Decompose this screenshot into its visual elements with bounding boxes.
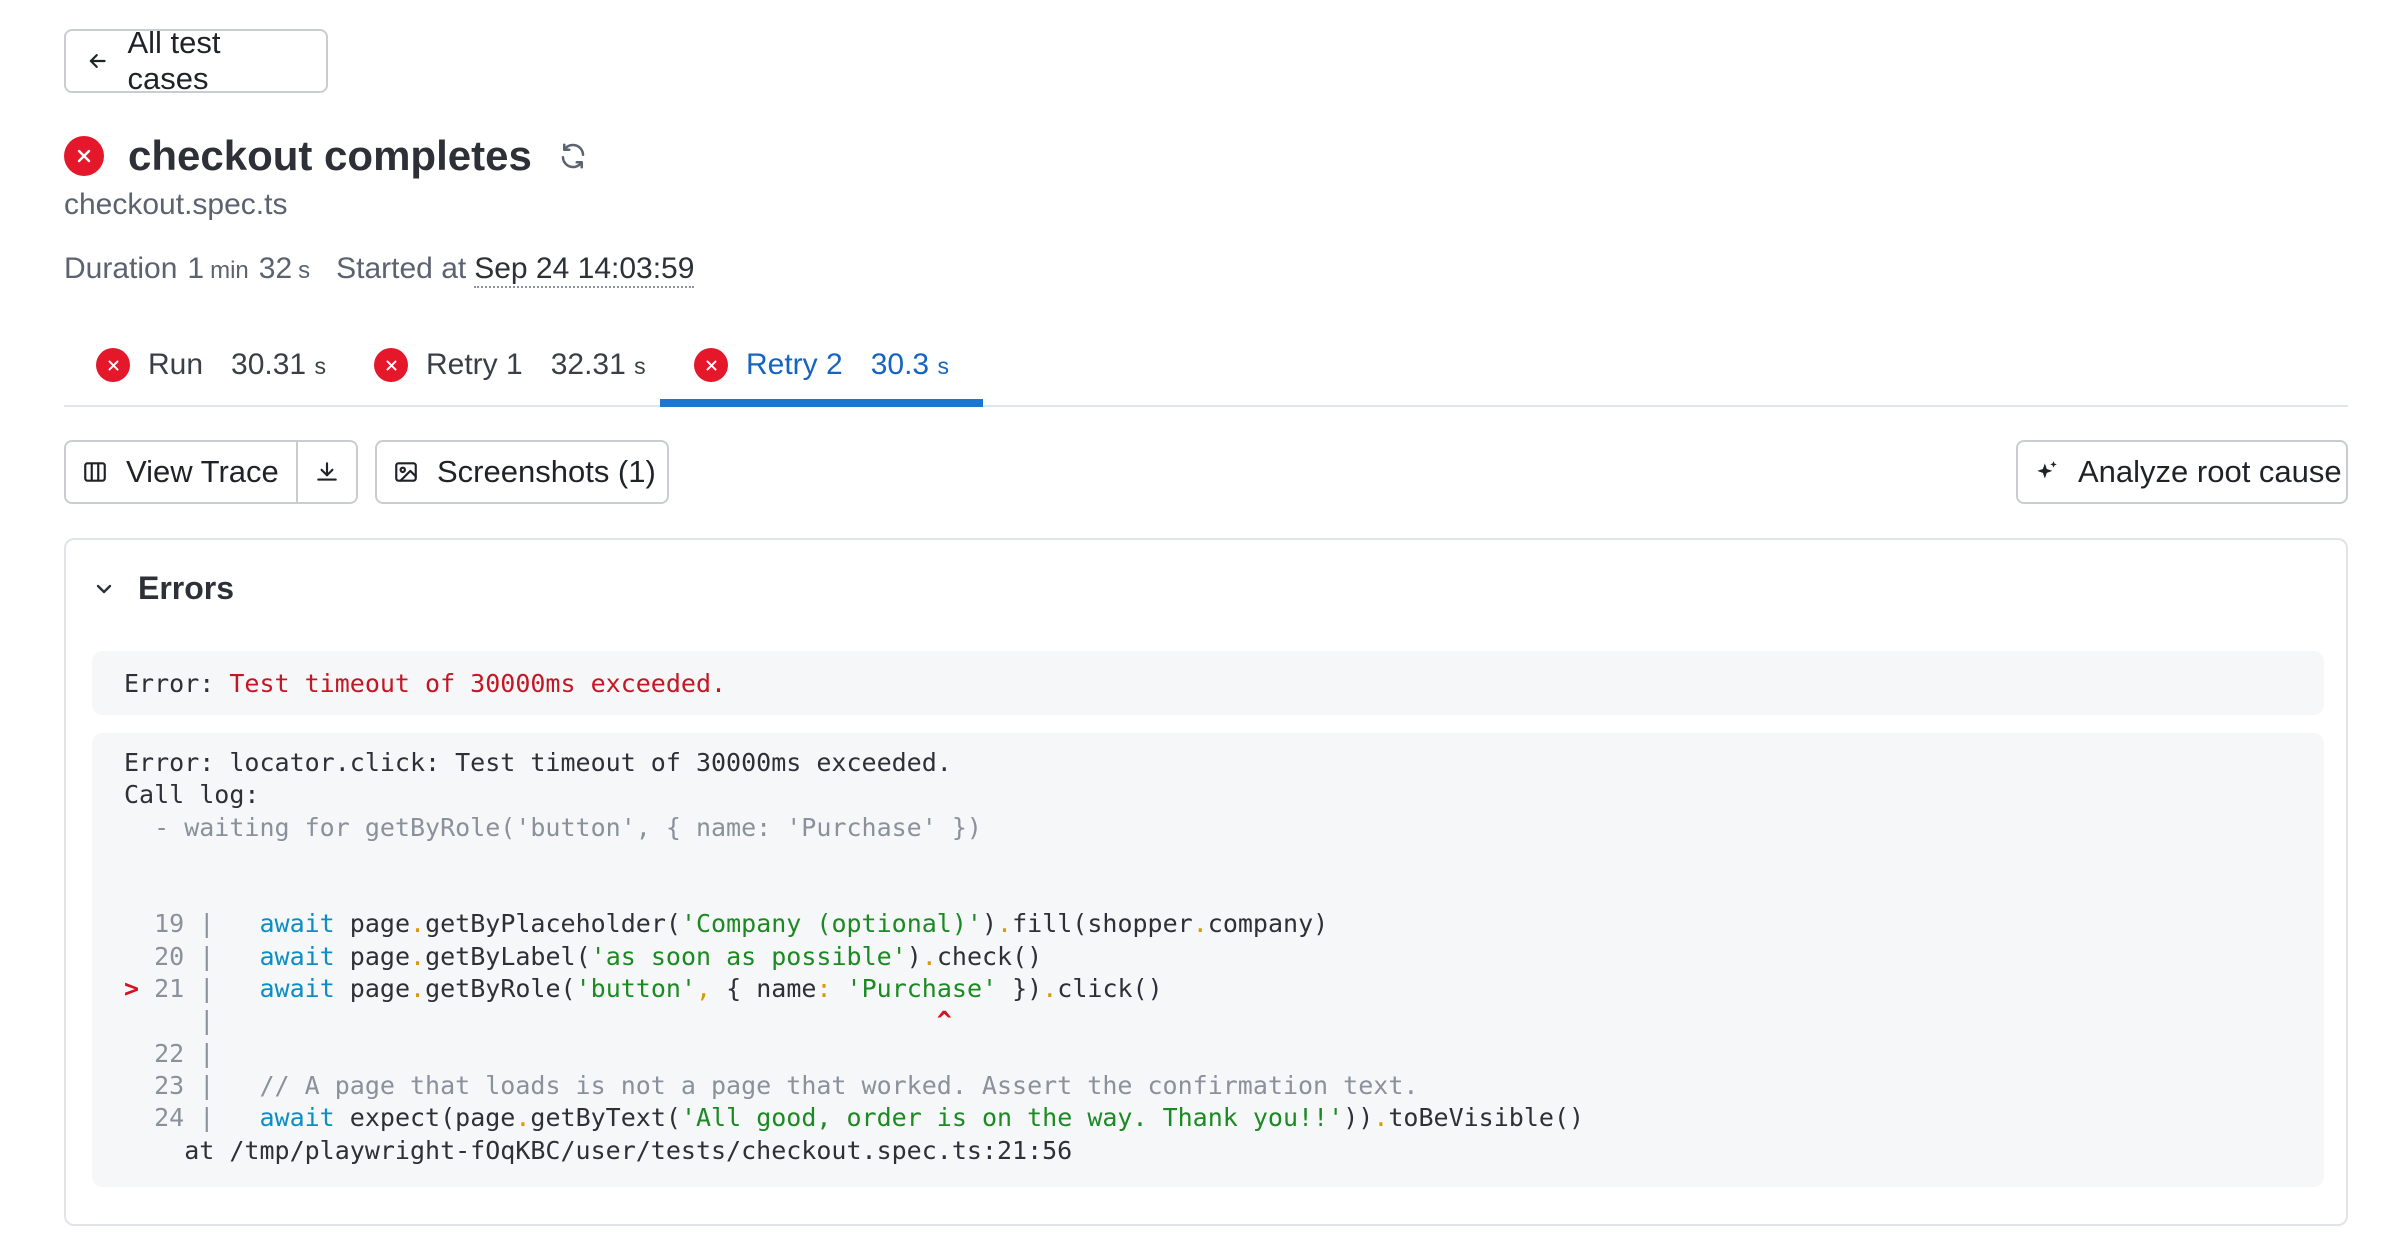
- analyze-root-cause-button[interactable]: Analyze root cause: [2016, 440, 2348, 504]
- failed-status-icon: [96, 348, 130, 382]
- tab-duration: 30.31 s: [231, 348, 326, 381]
- error-message: Test timeout of 30000ms exceeded.: [229, 668, 727, 698]
- started-at-timestamp[interactable]: Sep 24 14:03:59: [474, 252, 695, 288]
- tab-label: Retry 2: [746, 348, 843, 381]
- view-trace-label: View Trace: [126, 454, 279, 489]
- failed-status-icon: [64, 136, 104, 176]
- tab-duration: 30.3 s: [870, 348, 949, 381]
- all-test-cases-button[interactable]: All test cases: [64, 25, 328, 96]
- chevron-down-icon: [96, 584, 112, 593]
- call-log-label: Call log:: [124, 780, 260, 810]
- call-log-entry: - waiting for getByRole('button', { name…: [124, 812, 982, 842]
- trace-button-group: View Trace: [64, 440, 358, 504]
- tab-label: Retry 1: [426, 348, 523, 381]
- code-line-21: > 21 | await page.getByRole('button', { …: [124, 974, 1163, 1004]
- duration-seconds: 32: [258, 252, 293, 285]
- sparkles-icon: [2037, 461, 2057, 479]
- view-trace-button[interactable]: View Trace: [66, 442, 298, 502]
- code-line-23: 23 | // A page that loads is not a page …: [124, 1070, 1419, 1100]
- errors-panel: Errors Error: Test timeout of 30000ms ex…: [64, 538, 2348, 1226]
- code-line-20: 20 | await page.getByLabel('as soon as p…: [124, 941, 1043, 971]
- stack-location: at /tmp/playwright-fOqKBC/user/tests/che…: [124, 1135, 1073, 1165]
- tab-label: Run: [148, 348, 204, 381]
- errors-toggle[interactable]: Errors: [92, 570, 234, 607]
- test-case-detail-page: All test cases checkout completes checko…: [0, 0, 2400, 1240]
- analyze-label: Analyze root cause: [2078, 454, 2342, 489]
- run-meta: Duration 1 min 32 s Started at Sep 24 14…: [64, 252, 695, 288]
- page-title: checkout completes: [128, 132, 532, 179]
- screenshots-button[interactable]: Screenshots (1): [375, 440, 669, 504]
- title-row: checkout completes: [64, 132, 590, 180]
- caret-line: | ^: [124, 1006, 952, 1036]
- error-line: Error: locator.click: Test timeout of 30…: [124, 748, 952, 777]
- download-icon: [317, 462, 337, 481]
- download-trace-button[interactable]: [298, 442, 356, 502]
- started-label: Started at: [336, 252, 467, 285]
- tab-retry-1[interactable]: Retry 1 32.31 s: [374, 325, 646, 405]
- duration-label: Duration: [64, 252, 178, 285]
- image-icon: [395, 462, 417, 482]
- attempt-tabs: Run 30.31 s Retry 1 32.31 s Retry 2 30.3…: [64, 325, 2348, 407]
- columns-icon: [84, 462, 106, 482]
- tab-retry-2[interactable]: Retry 2 30.3 s: [660, 325, 983, 407]
- code-line-19: 19 | await page.getByPlaceholder('Compan…: [124, 909, 1329, 939]
- arrow-left-icon: [89, 54, 106, 68]
- code-line-24: 24 | await expect(page.getByText('All go…: [124, 1103, 1585, 1133]
- failed-status-icon: [374, 348, 408, 382]
- refresh-icon[interactable]: [556, 139, 590, 173]
- error-prefix: Error:: [124, 668, 230, 698]
- tab-duration: 32.31 s: [550, 348, 646, 381]
- duration-minutes: 1: [187, 252, 205, 285]
- back-label: All test cases: [127, 25, 221, 96]
- failed-status-icon: [694, 348, 728, 382]
- error-details: Error: locator.click: Test timeout of 30…: [92, 733, 2324, 1187]
- spec-file-name: checkout.spec.ts: [64, 188, 288, 221]
- error-summary: Error: Test timeout of 30000ms exceeded.: [92, 651, 2324, 715]
- duration-min-unit: min: [210, 257, 249, 284]
- screenshots-label: Screenshots (1): [437, 454, 656, 489]
- tab-run[interactable]: Run 30.31 s: [96, 325, 326, 405]
- code-line-22: 22 |: [124, 1038, 215, 1068]
- errors-title: Errors: [138, 570, 235, 606]
- duration-sec-unit: s: [298, 257, 311, 284]
